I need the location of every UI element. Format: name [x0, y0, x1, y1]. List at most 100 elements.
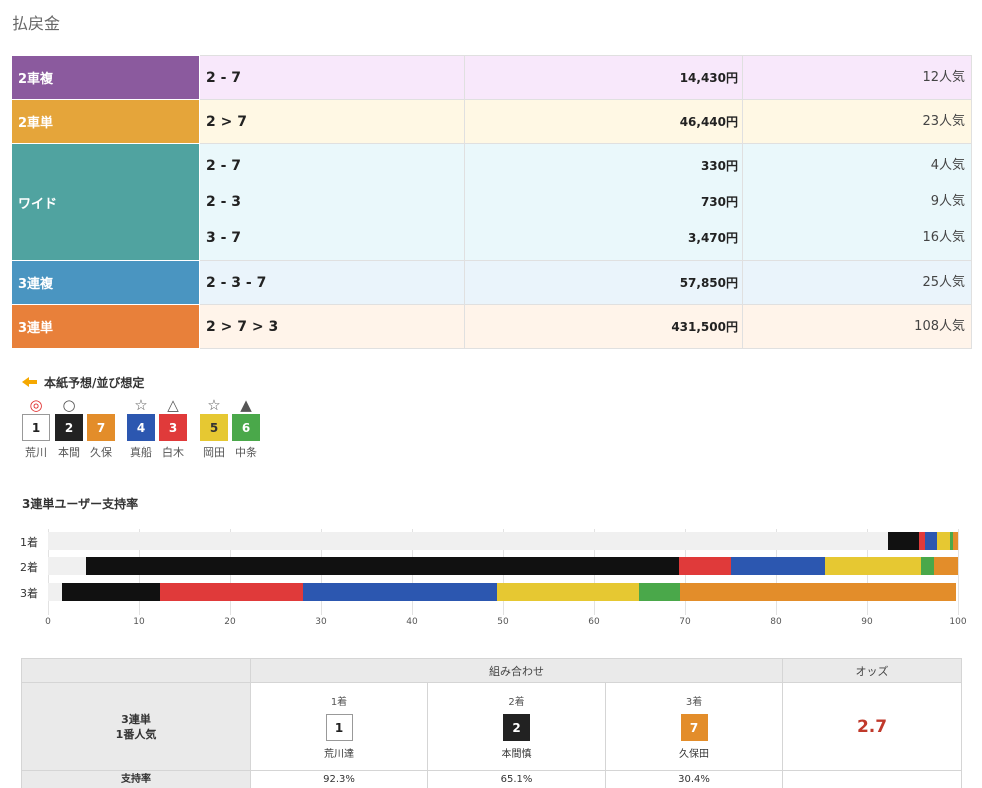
- racer-number-badge: 2: [503, 714, 530, 741]
- prediction-mark-icon: ○: [62, 396, 76, 414]
- odds-value: 2.7: [782, 682, 963, 771]
- combo-value: 2 - 7: [206, 69, 242, 86]
- x-tick-label: 10: [133, 617, 145, 627]
- payout-amount-cell: 46,440円: [464, 99, 743, 144]
- combo-header: 組み合わせ: [249, 658, 784, 683]
- bar-segment: [61, 583, 160, 601]
- racer-name: 岡田: [203, 446, 225, 459]
- racer-number-badge: 3: [159, 414, 187, 441]
- payout-amount: 3,470円: [688, 231, 738, 245]
- racer-number-badge: 7: [87, 414, 115, 441]
- racer-name: 荒川達: [324, 749, 354, 760]
- support-rate-value: 65.1%: [427, 770, 606, 788]
- combo-position-2: 2着 2 本間慎: [427, 682, 606, 771]
- prediction-mark-icon: ▲: [240, 396, 252, 414]
- odds-table: 組み合わせ オッズ 3連単 1番人気 1着 1 荒川達 2着 2 本間慎 3着 7 久保田 2.7…: [21, 658, 963, 788]
- racer-name: 久保田: [679, 749, 710, 760]
- bar-segment: [679, 583, 957, 601]
- payout-row: 2車単 2 > 7 46,440円 23人気: [11, 99, 972, 144]
- combo-value: 2 - 7: [206, 158, 242, 174]
- position-label: 1着: [330, 697, 348, 708]
- prediction-mark-icon: ☆: [207, 396, 221, 414]
- combo-value-cell: 2 - 7 2 - 3 3 - 7: [199, 143, 465, 261]
- payout-amount: 330円: [700, 159, 738, 173]
- bet-type-cell: ワイド: [11, 143, 200, 261]
- bar-segment: [48, 532, 888, 550]
- arrow-left-icon: [22, 377, 38, 387]
- x-tick-label: 100: [949, 617, 967, 627]
- bar-segment: [496, 583, 639, 601]
- bar-segment: [302, 583, 497, 601]
- bar-segment: [638, 583, 680, 601]
- popularity-rank: 9人気: [930, 194, 965, 209]
- racer-6: ▲ 6 中条: [232, 396, 260, 460]
- bet-type-cell: 2車複: [11, 55, 200, 100]
- bar-segment: [887, 532, 919, 550]
- racer-5: ☆ 5 岡田: [200, 396, 228, 460]
- x-tick-label: 90: [861, 617, 873, 627]
- racer-name: 白木: [162, 446, 184, 459]
- row-label: 2着: [20, 561, 38, 574]
- row-label: 3着: [20, 587, 38, 600]
- x-tick-label: 80: [770, 617, 782, 627]
- racer-7: 7 久保: [87, 396, 115, 460]
- racer-name: 真船: [130, 446, 152, 459]
- payout-amount: 14,430円: [679, 70, 738, 85]
- racer-lineup: ◎ 1 荒川 ○ 2 本間 7 久保 ☆ 4 真船 △ 3 白木 ☆ 5 岡田 ▲ 6 中条: [22, 396, 272, 466]
- combo-value-cell: 2 - 7: [199, 55, 465, 100]
- support-rate-value: 92.3%: [250, 770, 428, 788]
- bar-segment: [86, 557, 679, 575]
- popularity-rank-cell: 108人気: [742, 304, 972, 349]
- racer-number-badge: 2: [55, 414, 83, 441]
- combo-value: 3 - 7: [206, 230, 242, 246]
- racer-1: ◎ 1 荒川: [22, 396, 50, 460]
- bar-segment: [952, 532, 958, 550]
- bar-segment: [937, 532, 950, 550]
- popularity-rank-cell: 4人気 9人気 16人気: [742, 143, 972, 261]
- payout-table: 2車複 2 - 7 14,430円 12人気 2車単 2 > 7 46,440円 23人気 ワイ…: [11, 55, 972, 349]
- racer-4: ☆ 4 真船: [127, 396, 155, 460]
- combo-value: 2 > 7: [206, 113, 247, 130]
- bar-segment: [48, 583, 62, 601]
- racer-name: 中条: [235, 446, 257, 459]
- support-rate-value: 30.4%: [604, 770, 784, 788]
- support-label: 支持率: [21, 770, 251, 788]
- racer-2: ○ 2 本間: [55, 396, 83, 460]
- racer-number-badge: 7: [680, 714, 708, 741]
- bar-segment: [159, 583, 303, 601]
- prediction-section: 本紙予想/並び想定 ◎ 1 荒川 ○ 2 本間 7 久保 ☆ 4 真船 △ 3 白木 ☆ 5 岡田 ▲ 6 中条: [22, 372, 260, 459]
- popularity-rank: 108人気: [914, 318, 965, 334]
- combo-value-cell: 2 > 7 > 3: [199, 304, 465, 349]
- x-tick-label: 70: [679, 617, 691, 627]
- x-tick-label: 40: [406, 617, 418, 627]
- payout-row: 3連単 2 > 7 > 3 431,500円 108人気: [11, 304, 972, 349]
- payout-amount-cell: 57,850円: [464, 260, 743, 305]
- odds-header-blank: [21, 658, 251, 683]
- bet-type-cell: 3連複: [11, 260, 200, 305]
- combo-value: 2 > 7 > 3: [206, 318, 279, 335]
- bar-segment: [934, 557, 958, 575]
- payout-row: 3連複 2 - 3 - 7 57,850円 25人気: [11, 260, 972, 305]
- popularity-rank-cell: 23人気: [742, 99, 972, 144]
- popularity-rank: 23人気: [922, 113, 965, 129]
- prediction-title: 本紙予想/並び想定: [22, 372, 144, 392]
- bar-segment: [731, 557, 826, 575]
- racer-number-badge: 6: [232, 414, 260, 441]
- support-rate-chart: 0 10 20 30 40 50 60 70 80 90 100 1着 2着 3着: [0, 520, 982, 630]
- odds-header: オッズ: [782, 658, 963, 683]
- racer-number-badge: 1: [22, 414, 50, 441]
- combo-value-cell: 2 - 3 - 7: [199, 260, 465, 305]
- bar-segment: [678, 557, 732, 575]
- racer-name: 荒川: [25, 446, 47, 459]
- popularity-rank: 16人気: [922, 230, 965, 245]
- popularity-rank: 4人気: [930, 158, 965, 173]
- combo-position-1: 1着 1 荒川達: [250, 682, 428, 771]
- popularity-rank-cell: 25人気: [742, 260, 972, 305]
- prediction-mark-icon: [87, 396, 115, 414]
- bar-segment: [920, 557, 935, 575]
- prediction-mark-icon: △: [167, 396, 179, 414]
- racer-number-badge: 5: [200, 414, 228, 441]
- payout-amount: 431,500円: [671, 319, 738, 334]
- payout-amount: 57,850円: [679, 275, 738, 290]
- payout-amount: 46,440円: [679, 114, 738, 129]
